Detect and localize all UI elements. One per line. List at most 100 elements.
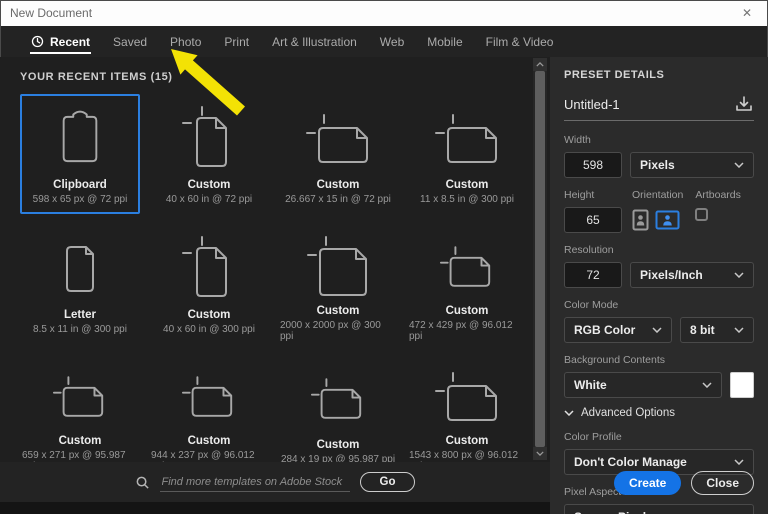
recent-item-card[interactable]: Custom 11 x 8.5 in @ 300 ppi [407, 94, 527, 214]
recent-item-card[interactable]: Custom 40 x 60 in @ 72 ppi [149, 94, 269, 214]
chevron-down-icon [702, 382, 712, 388]
recent-item-name: Custom [187, 179, 231, 191]
adobe-stock-search-bar: Go [0, 462, 550, 502]
doc-landscape-icon [304, 102, 372, 176]
background-contents-value: White [574, 378, 607, 392]
tab-saved[interactable]: Saved [112, 26, 148, 57]
recent-item-card[interactable]: Custom 284 x 19 px @ 95.987 ppi [278, 354, 398, 474]
title-bar: New Document ✕ [0, 0, 768, 26]
recent-item-name: Custom [445, 305, 489, 317]
bit-depth-dropdown[interactable]: 8 bit [680, 317, 754, 343]
create-button[interactable]: Create [613, 471, 682, 495]
chevron-down-icon [734, 327, 744, 333]
recent-item-card[interactable]: Custom659 x 271 px @ 95.987 ppi [20, 354, 140, 474]
tab-photo[interactable]: Photo [169, 26, 202, 57]
orientation-portrait-button[interactable] [632, 209, 649, 231]
doc-landscape-small-icon [52, 362, 108, 432]
color-profile-value: Don't Color Manage [574, 455, 687, 469]
background-contents-dropdown[interactable]: White [564, 372, 722, 398]
resolution-input[interactable] [564, 262, 622, 288]
recent-item-card[interactable]: Custom 472 x 429 px @ 96.012 ppi [407, 224, 527, 344]
doc-landscape-small-icon [181, 362, 237, 432]
recent-item-size: 11 x 8.5 in @ 300 ppi [420, 194, 514, 205]
recent-item-card[interactable]: Custom944 x 237 px @ 96.012 ppi [149, 354, 269, 474]
dialog-bottom-edge [0, 502, 550, 514]
go-button[interactable]: Go [359, 472, 416, 492]
width-input[interactable] [564, 152, 622, 178]
recent-item-card[interactable]: Custom 26.667 x 15 in @ 72 ppi [278, 94, 398, 214]
doc-square-icon [306, 232, 370, 302]
recent-item-name: Custom [316, 305, 360, 317]
recent-item-card[interactable]: Custom1543 x 800 px @ 96.012 ppi [407, 354, 527, 474]
recent-item-name: Custom [187, 435, 231, 447]
new-document-dialog: New Document ✕ Recent Saved Photo Print Art … [0, 0, 768, 514]
tab-label: Mobile [427, 34, 463, 49]
tab-mobile[interactable]: Mobile [426, 26, 463, 57]
preset-details-panel: PRESET DETAILS Untitled-1 Width Pixels H… [550, 57, 768, 514]
height-input[interactable] [564, 207, 622, 233]
scrollbar-thumb[interactable] [535, 71, 545, 447]
width-unit-value: Pixels [640, 158, 675, 172]
tab-recent[interactable]: Recent [30, 26, 92, 57]
chevron-down-icon [652, 327, 662, 333]
recent-item-card[interactable]: Custom 2000 x 2000 px @ 300 ppi [278, 224, 398, 344]
document-name-field[interactable]: Untitled-1 [564, 97, 734, 112]
tab-label: Saved [113, 34, 148, 49]
artboards-checkbox[interactable] [695, 208, 709, 221]
recent-items-count: (15) [150, 71, 173, 83]
recent-item-name: Clipboard [53, 179, 107, 191]
tab-print[interactable]: Print [223, 26, 250, 57]
doc-landscape-icon [433, 362, 501, 432]
color-mode-label: Color Mode [564, 299, 619, 311]
window-close-icon[interactable]: ✕ [738, 6, 756, 20]
resolution-unit-dropdown[interactable]: Pixels/Inch [630, 262, 754, 288]
recent-items-header: YOUR RECENT ITEMS (15) [0, 57, 550, 83]
recent-item-card[interactable]: Clipboard 598 x 65 px @ 72 ppi [20, 94, 140, 214]
search-input[interactable] [159, 472, 350, 492]
recent-item-size: 598 x 65 px @ 72 ppi [32, 194, 128, 205]
tab-film-video[interactable]: Film & Video [485, 26, 555, 57]
tab-label: Art & Illustration [272, 34, 357, 49]
recent-item-name: Letter [64, 309, 96, 321]
scroll-up-icon[interactable] [533, 58, 547, 71]
clipboard-icon [55, 102, 105, 176]
recent-item-name: Custom [316, 179, 360, 191]
tab-art-illustration[interactable]: Art & Illustration [271, 26, 358, 57]
pixel-aspect-ratio-value: Square Pixels [574, 510, 728, 514]
color-profile-label: Color Profile [564, 431, 622, 443]
recent-item-name: Custom [58, 435, 102, 447]
tab-label: Print [224, 34, 250, 49]
orientation-landscape-button[interactable] [655, 210, 680, 230]
tab-label: Web [379, 34, 405, 49]
recent-items-header-text: YOUR RECENT ITEMS [20, 71, 147, 83]
chevron-down-icon [734, 272, 744, 278]
save-preset-icon[interactable] [734, 94, 754, 114]
chevron-down-icon [564, 410, 574, 416]
height-label: Height [564, 189, 595, 201]
recent-item-card[interactable]: Custom 40 x 60 in @ 300 ppi [149, 224, 269, 344]
recent-item-card[interactable]: Letter 8.5 x 11 in @ 300 ppi [20, 224, 140, 344]
close-button[interactable]: Close [691, 471, 754, 495]
width-unit-dropdown[interactable]: Pixels [630, 152, 754, 178]
advanced-options-toggle[interactable]: Advanced Options [564, 407, 754, 419]
recent-scrollbar[interactable] [533, 58, 547, 460]
advanced-options-label: Advanced Options [581, 407, 675, 419]
color-mode-value: RGB Color [574, 323, 636, 337]
resolution-label: Resolution [564, 244, 614, 256]
recent-item-size: 40 x 60 in @ 300 ppi [163, 324, 255, 335]
orientation-label: Orientation [632, 189, 684, 201]
doc-landscape-small-icon [439, 232, 495, 302]
search-icon [135, 475, 150, 490]
chevron-down-icon [734, 162, 744, 168]
color-mode-dropdown[interactable]: RGB Color [564, 317, 672, 343]
recent-items-panel: YOUR RECENT ITEMS (15) Clipboard 598 x 65… [0, 57, 550, 514]
tab-web[interactable]: Web [379, 26, 405, 57]
recent-item-size: 40 x 60 in @ 72 ppi [165, 194, 253, 205]
pixel-aspect-ratio-dropdown[interactable]: Square Pixels [564, 504, 754, 514]
category-tab-bar: Recent Saved Photo Print Art & Illustration W… [0, 26, 768, 57]
doc-portrait-icon [180, 232, 238, 306]
background-contents-label: Background Contents [564, 354, 665, 366]
background-color-swatch[interactable] [730, 372, 754, 398]
scroll-down-icon[interactable] [533, 447, 547, 460]
chevron-down-icon [734, 459, 744, 465]
